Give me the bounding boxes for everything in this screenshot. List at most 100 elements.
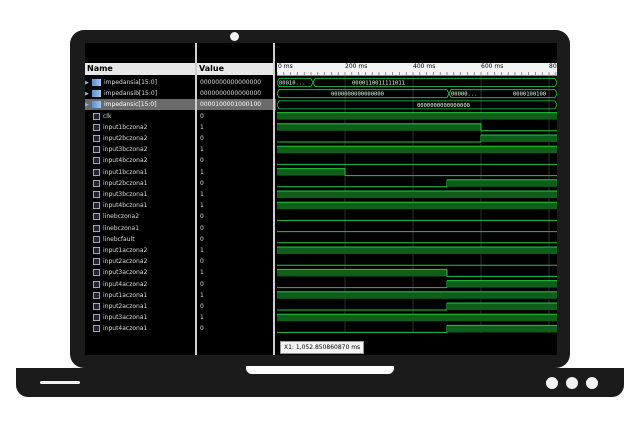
signal-row[interactable]: input3aczona2 [85, 267, 195, 278]
signal-value: 1 [200, 314, 204, 322]
signal-row[interactable]: input1aczona2 [85, 245, 195, 256]
signal-name: input1bczona2 [103, 123, 148, 131]
signal-row[interactable]: clk [85, 111, 195, 122]
signal-name: input3aczona1 [103, 314, 148, 322]
signal-value: 0 [200, 325, 204, 333]
wire-signal-icon [93, 314, 100, 322]
signal-row[interactable]: input1bczona2 [85, 122, 195, 133]
wave-high-fill [277, 191, 557, 198]
wave-high-fill [277, 269, 447, 277]
wire-signal-icon [93, 123, 100, 131]
signal-value: 1 [200, 269, 204, 277]
expand-arrow-icon[interactable]: ▶ [85, 89, 90, 99]
indicator-dot-icon [546, 377, 558, 389]
signal-value-pane: Value 0000000000000000 0000000000000000 00… [197, 43, 276, 355]
signal-row[interactable]: input3aczona1 [85, 312, 195, 323]
bus-signal-icon [92, 101, 101, 109]
signal-name: linebcfault [103, 235, 135, 243]
wire-signal-icon [93, 224, 100, 232]
wire-signal-icon [93, 258, 100, 266]
signal-value: 0 [200, 213, 204, 221]
signal-row[interactable]: input4bczona2 [85, 155, 195, 166]
signal-name: input4bczona2 [103, 157, 148, 165]
signal-name: clk [103, 112, 112, 120]
wave-high-fill [447, 280, 557, 288]
signal-row[interactable]: input2aczona1 [85, 301, 195, 312]
signal-value: 1 [200, 168, 204, 176]
value-column-header[interactable]: Value [197, 63, 273, 75]
pane-divider[interactable] [273, 43, 275, 355]
bus-waveform [312, 78, 557, 87]
signal-value: 0 [200, 224, 204, 232]
signal-name: input1aczona2 [103, 247, 148, 254]
wave-high-fill [447, 303, 557, 310]
wave-high-fill [277, 112, 557, 120]
signal-row[interactable]: ▶ impedansic[15:0] [85, 99, 195, 111]
signal-name-pane: Name ▶ impedansia[15:0] ▶ impedansib[15:0] ▶… [85, 43, 195, 355]
signal-name: impedansic[15:0] [104, 101, 157, 109]
wire-signal-icon [93, 235, 100, 243]
signal-value: 0 [200, 235, 204, 243]
signal-name: input3bczona1 [103, 191, 148, 198]
signal-row[interactable]: linebczona2 [85, 211, 195, 222]
signal-value: 0000000000000000 [200, 90, 262, 98]
name-column-header[interactable]: Name [85, 63, 195, 75]
signal-row[interactable]: input2aczona2 [85, 256, 195, 267]
signal-value: 0 [200, 303, 204, 310]
wire-signal-icon [93, 269, 100, 277]
signal-name: input2aczona2 [103, 258, 148, 266]
wire-signal-icon [93, 202, 100, 210]
signal-row[interactable]: input2bczona1 [85, 178, 195, 189]
wire-signal-icon [93, 191, 100, 198]
signal-value: 1 [200, 191, 204, 198]
signal-name: input3bczona2 [103, 146, 148, 154]
signal-name: input2bczona2 [103, 135, 148, 142]
signal-value: 0 [200, 258, 204, 266]
signal-value: 0000000000000000 [200, 79, 262, 86]
wave-high-fill [277, 168, 345, 176]
wire-signal-icon [93, 168, 100, 176]
signal-row[interactable]: input4aczona2 [85, 279, 195, 290]
signal-name: input4aczona1 [103, 325, 148, 333]
signal-row[interactable]: ▶ impedansia[15:0] [85, 77, 195, 88]
signal-row[interactable]: input4aczona1 [85, 323, 195, 334]
webcam-icon [230, 32, 239, 41]
wave-high-fill [277, 146, 557, 154]
expand-arrow-icon[interactable]: ▶ [85, 78, 90, 88]
bus-value-label: 0000100100 [513, 92, 546, 98]
signal-row[interactable]: input3bczona1 [85, 189, 195, 200]
signal-row[interactable]: ▶ impedansib[15:0] [85, 88, 195, 99]
signal-value: 1 [200, 123, 204, 131]
signal-name: input1aczona1 [103, 291, 148, 299]
laptop-hinge-notch [246, 366, 394, 374]
cursor-time-readout: X1: 1,052.850860870 ms [280, 341, 365, 354]
wave-high-fill [447, 179, 557, 187]
bus-value-label: 00010... [279, 81, 306, 87]
signal-row[interactable]: linebczona1 [85, 223, 195, 234]
signal-value: 1 [200, 291, 204, 299]
signal-name: input1bczona1 [103, 168, 148, 176]
signal-name: linebczona1 [103, 224, 140, 232]
simulator-window: Name ▶ impedansia[15:0] ▶ impedansib[15:0] ▶… [85, 43, 557, 355]
signal-name: input4bczona1 [103, 202, 148, 210]
signal-row[interactable]: input3bczona2 [85, 144, 195, 155]
wire-signal-icon [93, 112, 100, 120]
signal-row[interactable]: input4bczona1 [85, 200, 195, 211]
signal-name: input2bczona1 [103, 179, 148, 187]
signal-value: 0 [200, 179, 204, 187]
signal-row[interactable]: input2bczona2 [85, 133, 195, 144]
wire-signal-icon [93, 291, 100, 299]
signal-row[interactable]: input1aczona1 [85, 290, 195, 301]
signal-name: impedansib[15:0] [104, 90, 158, 98]
signal-value: 0000100001000100 [197, 99, 276, 111]
waveform-canvas[interactable]: 00010... 0000110011111011 0000000000000000… [277, 43, 557, 355]
signal-name: input2aczona1 [103, 303, 148, 310]
expand-arrow-icon[interactable]: ▶ [85, 100, 90, 110]
signal-row[interactable]: linebcfault [85, 234, 195, 245]
wave-high-fill [277, 202, 557, 210]
signal-value: 0 [200, 157, 204, 165]
wire-signal-icon [93, 280, 100, 288]
signal-row[interactable]: input1bczona1 [85, 167, 195, 178]
waveform-pane[interactable]: 0 ms 200 ms 400 ms 600 ms 80 00010... 0000110… [277, 43, 557, 355]
wave-high-fill [277, 247, 557, 254]
